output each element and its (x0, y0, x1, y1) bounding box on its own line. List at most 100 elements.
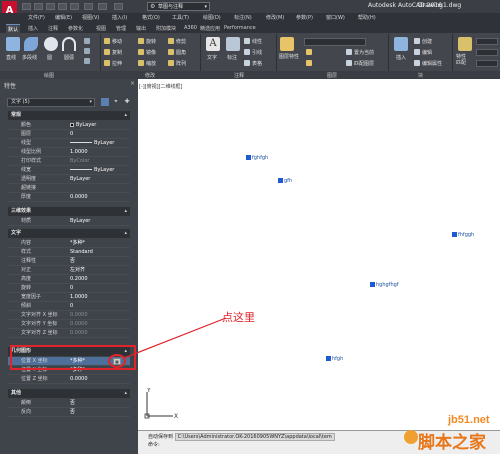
leader-label[interactable]: 引线 (252, 49, 262, 56)
hatch-icon[interactable] (84, 48, 90, 54)
section-misc[interactable]: 其他 ▴ (8, 389, 130, 398)
scale-label[interactable]: 缩放 (146, 60, 156, 67)
close-icon[interactable]: × (130, 80, 135, 87)
property-row[interactable]: 透明度 ByLayer (8, 175, 130, 184)
tab-annotate[interactable]: 注释 (46, 24, 60, 33)
match-properties-icon[interactable] (458, 37, 472, 51)
grip-icon[interactable] (278, 178, 283, 183)
edit-block-label[interactable]: 编辑 (422, 49, 432, 56)
trim-label[interactable]: 修剪 (176, 38, 186, 45)
tab-a360[interactable]: A360 (182, 24, 199, 33)
edit-block-icon[interactable] (414, 49, 420, 55)
text-tool-icon[interactable]: A (206, 37, 220, 51)
viewport-controls[interactable]: [-][俯视][二维线框] (139, 83, 183, 90)
mirror-label[interactable]: 镜像 (146, 49, 156, 56)
property-row[interactable]: 反向 否 (8, 408, 130, 417)
panel-title-draw[interactable]: 绘图 (44, 72, 54, 79)
share-icon[interactable] (114, 3, 123, 10)
section-3d-effects[interactable]: 三维效果 ▴ (8, 207, 130, 216)
layer-tools-icon[interactable] (306, 60, 312, 66)
property-row[interactable]: 文字对齐 Y 坐标 0.0000 (8, 320, 130, 329)
stretch-label[interactable]: 拉伸 (112, 60, 122, 67)
menu-insert[interactable]: 插入(I) (112, 14, 127, 21)
table-icon[interactable] (244, 60, 250, 66)
create-block-icon[interactable] (414, 38, 420, 44)
menu-edit[interactable]: 编辑(E) (55, 14, 72, 21)
save-icon[interactable] (46, 3, 55, 10)
menu-help[interactable]: 帮助(H) (358, 14, 376, 21)
panel-title-modify[interactable]: 修改 (145, 72, 155, 79)
arc-tool-icon[interactable] (62, 37, 76, 51)
property-row[interactable]: 文字对齐 X 坐标 0.0000 (8, 311, 130, 320)
copy-label[interactable]: 复制 (112, 49, 122, 56)
tab-parametric[interactable]: 参数化 (66, 24, 85, 33)
property-row[interactable]: 线型 ByLayer (8, 139, 130, 148)
layer-dropdown[interactable] (304, 38, 366, 46)
text-object[interactable]: fhfggh (452, 232, 474, 238)
leader-icon[interactable] (244, 49, 250, 55)
text-object[interactable]: fghfgh (246, 155, 268, 161)
menu-window[interactable]: 窗口(W) (326, 14, 345, 21)
property-row[interactable]: 线宽 ByLayer (8, 166, 130, 175)
color-dropdown[interactable] (476, 38, 498, 45)
property-row[interactable]: 对正 左对齐 (8, 266, 130, 275)
match-layer-icon[interactable] (346, 60, 352, 66)
rotate-label[interactable]: 旋转 (146, 38, 156, 45)
grip-icon[interactable] (370, 282, 375, 287)
grip-icon[interactable] (452, 232, 457, 237)
quick-select-icon[interactable]: ✚ (123, 98, 131, 106)
layer-state-icon[interactable] (306, 49, 312, 55)
table-label[interactable]: 表格 (252, 60, 262, 67)
make-current-label[interactable]: 置为当前 (354, 49, 374, 56)
insert-block-icon[interactable] (394, 37, 408, 51)
property-row[interactable]: 文字对齐 Z 坐标 0.0000 (8, 329, 130, 338)
grip-icon[interactable] (246, 155, 251, 160)
property-row[interactable]: 材质 ByLayer (8, 217, 130, 226)
property-row[interactable]: 高度 0.2000 (8, 275, 130, 284)
tab-output[interactable]: 输出 (134, 24, 148, 33)
text-object[interactable]: hfgh (326, 356, 343, 362)
property-row[interactable]: 图层 0 (8, 130, 130, 139)
make-current-icon[interactable] (346, 49, 352, 55)
panel-title-block[interactable]: 块 (418, 72, 423, 79)
menu-format[interactable]: 格式(O) (142, 14, 160, 21)
panel-title-annotation[interactable]: 注释 (234, 72, 244, 79)
move-label[interactable]: 移动 (112, 38, 122, 45)
line-tool-icon[interactable] (6, 37, 20, 51)
fillet-label[interactable]: 圆角 (176, 49, 186, 56)
object-type-dropdown[interactable]: 文字 (5) ▾ (7, 98, 95, 107)
rotate-icon[interactable] (138, 38, 144, 44)
gradient-icon[interactable] (84, 58, 90, 64)
polyline-tool-icon[interactable] (24, 37, 38, 51)
tab-manage[interactable]: 管理 (114, 24, 128, 33)
scale-icon[interactable] (138, 60, 144, 66)
copy-icon[interactable] (104, 49, 110, 55)
move-icon[interactable] (104, 38, 110, 44)
fillet-icon[interactable] (168, 49, 174, 55)
tab-performance[interactable]: Performance (222, 24, 258, 33)
property-row[interactable]: 厚度 0.0000 (8, 193, 130, 202)
tab-default[interactable]: 默认 (6, 24, 21, 33)
property-row[interactable]: 注释性 否 (8, 257, 130, 266)
menu-modify[interactable]: 修改(M) (266, 14, 284, 21)
property-row[interactable]: 打印样式 ByColor (8, 157, 130, 166)
tab-insert[interactable]: 插入 (26, 24, 40, 33)
property-row[interactable]: 样式 Standard (8, 248, 130, 257)
open-file-icon[interactable] (34, 3, 43, 10)
match-layer-label[interactable]: 匹配图层 (354, 60, 374, 67)
tab-view[interactable]: 视图 (94, 24, 108, 33)
workspace-dropdown[interactable]: ⚙ 草图与注释 ▾ (147, 2, 210, 11)
array-icon[interactable] (168, 60, 174, 66)
mirror-icon[interactable] (138, 49, 144, 55)
circle-tool-icon[interactable] (44, 37, 58, 51)
linear-dim-icon[interactable] (244, 38, 250, 44)
rectangle-icon[interactable] (84, 38, 90, 44)
property-row[interactable]: 颜色 ByLayer (8, 121, 130, 130)
menu-file[interactable]: 文件(F) (28, 14, 45, 21)
layer-properties-icon[interactable] (280, 37, 294, 51)
tab-featured-apps[interactable]: 精选应用 (198, 24, 222, 33)
redo-icon[interactable] (98, 3, 107, 10)
menu-tools[interactable]: 工具(T) (172, 14, 189, 21)
menu-parametric[interactable]: 参数(P) (296, 14, 313, 21)
stretch-icon[interactable] (104, 60, 110, 66)
